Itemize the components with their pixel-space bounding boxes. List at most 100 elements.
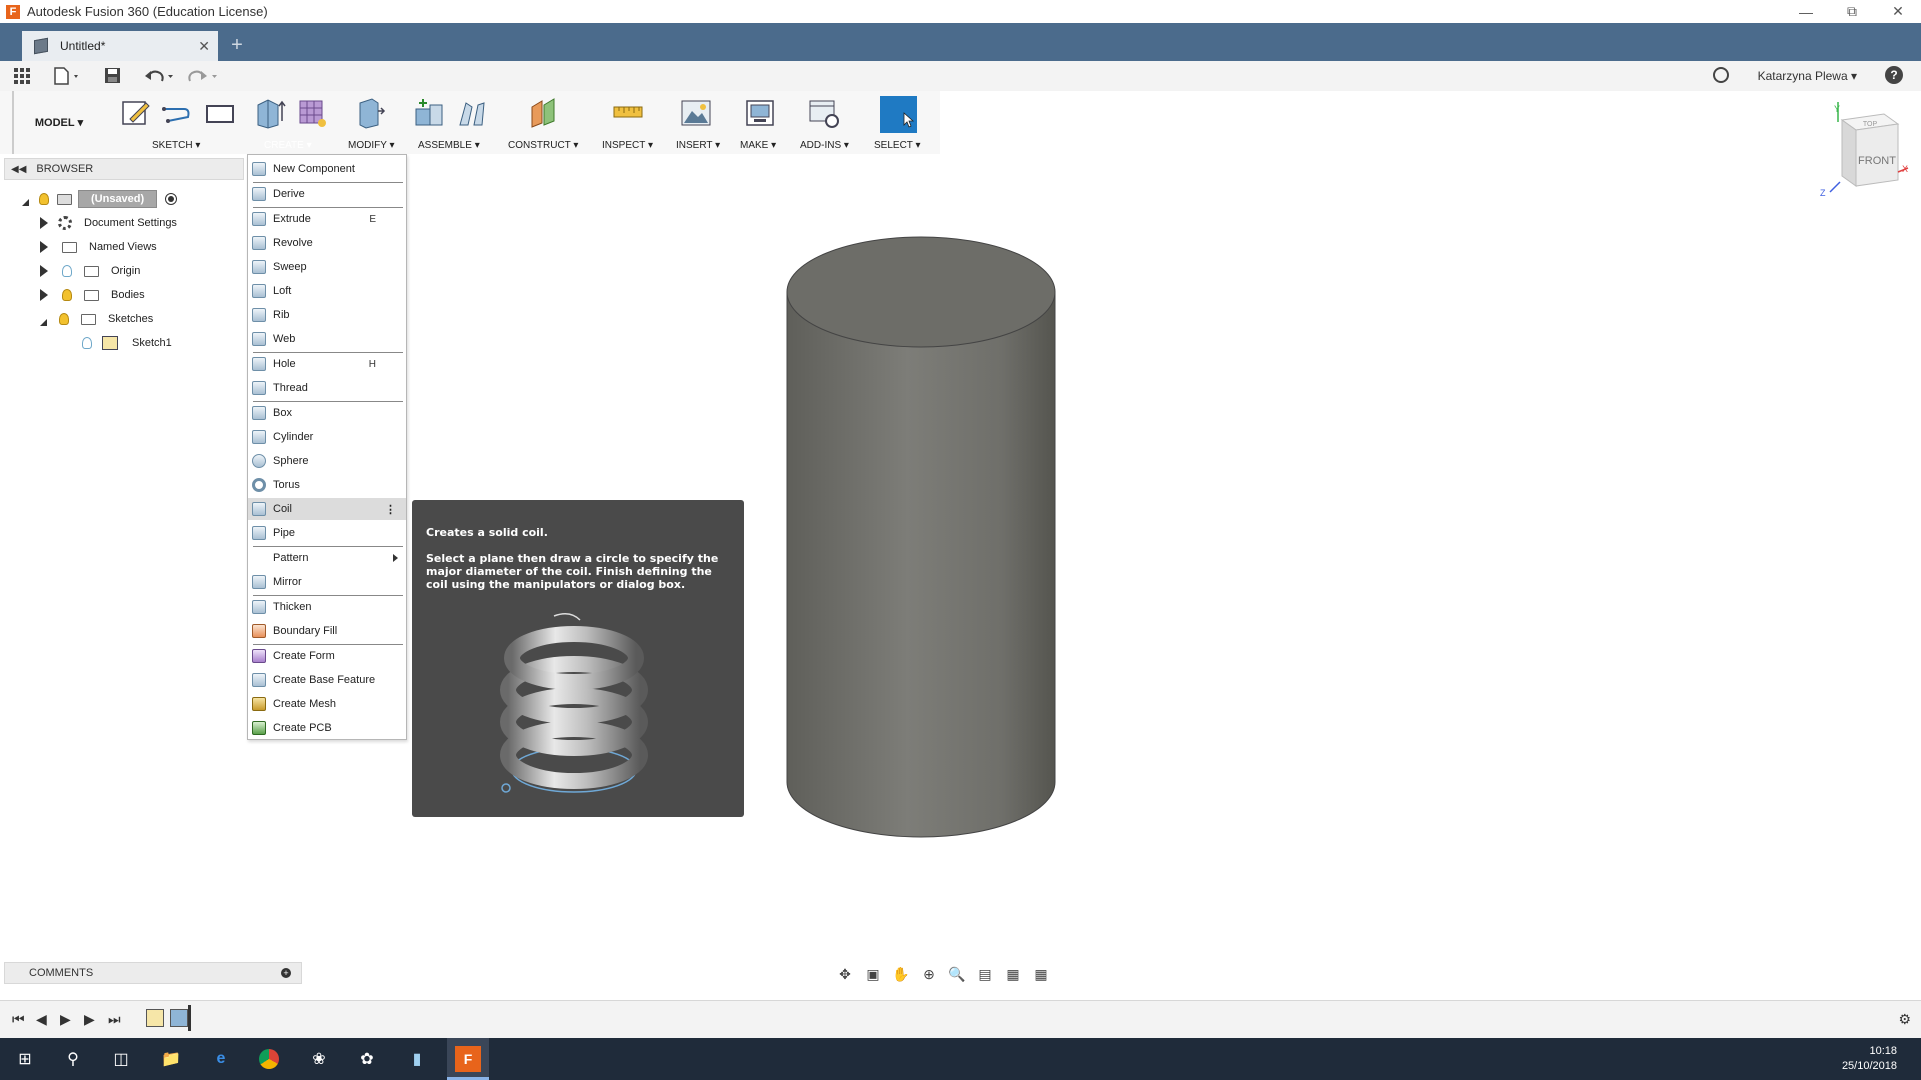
inspect-group-label[interactable]: INSPECT ▾ — [602, 140, 653, 151]
menu-item-thread[interactable]: Thread — [248, 377, 406, 399]
press-pull-tool-icon[interactable] — [354, 97, 386, 129]
app-icon[interactable]: ❀ — [306, 1046, 332, 1072]
comments-panel-header[interactable]: COMMENTS + — [4, 962, 302, 984]
addins-group-label[interactable]: ADD-INS ▾ — [800, 140, 849, 151]
tree-item-bodies[interactable]: Bodies — [40, 286, 145, 304]
redo-icon[interactable] — [188, 67, 220, 85]
menu-item-create-form[interactable]: Create Form — [248, 645, 406, 667]
viewports-icon[interactable]: ▦ — [1032, 965, 1050, 983]
create-sketch-icon[interactable] — [120, 97, 152, 129]
zoom-window-icon[interactable]: 🔍 — [948, 965, 966, 983]
sketch-group-label[interactable]: SKETCH ▾ — [152, 140, 200, 151]
more-options-icon[interactable]: ⋮ — [385, 503, 396, 516]
line-tool-icon[interactable] — [160, 97, 192, 129]
make-group-label[interactable]: MAKE ▾ — [740, 140, 776, 151]
play-icon[interactable]: ▶ — [60, 1011, 71, 1028]
assemble-group-label[interactable]: ASSEMBLE ▾ — [418, 140, 480, 151]
select-group-label[interactable]: SELECT ▾ — [874, 140, 921, 151]
menu-item-thicken[interactable]: Thicken — [248, 596, 406, 618]
cylinder-body-3d[interactable] — [785, 235, 1057, 845]
canvas-image-tool-icon[interactable] — [680, 97, 712, 129]
display-settings-icon[interactable]: ▤ — [976, 965, 994, 983]
menu-item-rib[interactable]: Rib — [248, 304, 406, 326]
menu-item-extrude[interactable]: Extrude E — [248, 208, 406, 230]
insert-group-label[interactable]: INSERT ▾ — [676, 140, 720, 151]
extrude-tool-icon[interactable] — [254, 97, 286, 129]
visibility-bulb-icon[interactable] — [62, 265, 72, 277]
job-status-clock-icon[interactable] — [1713, 67, 1729, 83]
tree-root-unsaved[interactable]: (Unsaved) — [22, 190, 178, 208]
menu-item-revolve[interactable]: Revolve — [248, 232, 406, 254]
system-clock[interactable]: 10:18 25/10/2018 — [1842, 1044, 1897, 1074]
timeline-settings-gear-icon[interactable]: ⚙ — [1898, 1011, 1911, 1028]
3d-print-tool-icon[interactable] — [744, 97, 776, 129]
create-form-tool-icon[interactable] — [296, 97, 328, 129]
menu-item-boundary-fill[interactable]: Boundary Fill — [248, 620, 406, 642]
grid-settings-icon[interactable]: ▦ — [1004, 965, 1022, 983]
visibility-bulb-icon[interactable] — [59, 313, 69, 325]
fusion360-taskbar-icon[interactable]: F — [455, 1046, 481, 1072]
file-menu-icon[interactable] — [54, 67, 82, 85]
step-back-icon[interactable]: ◀ — [36, 1011, 47, 1028]
expand-toggle-icon[interactable] — [40, 312, 47, 326]
construct-group-label[interactable]: CONSTRUCT ▾ — [508, 140, 578, 151]
create-group-label[interactable]: CREATE ▾ — [264, 140, 312, 151]
modify-group-label[interactable]: MODIFY ▾ — [348, 140, 395, 151]
rectangle-tool-icon[interactable] — [204, 97, 236, 129]
tree-item-sketches[interactable]: Sketches — [40, 310, 153, 328]
undo-icon[interactable] — [144, 67, 176, 85]
document-tab[interactable]: Untitled* ✕ — [22, 31, 218, 61]
add-comment-icon[interactable]: + — [281, 968, 291, 978]
workspace-switcher[interactable]: MODEL ▾ — [12, 91, 104, 154]
timeline-sketch-icon[interactable] — [146, 1009, 164, 1027]
scripts-addins-tool-icon[interactable] — [808, 97, 840, 129]
menu-item-web[interactable]: Web — [248, 328, 406, 350]
search-icon[interactable]: ⚲ — [60, 1046, 86, 1072]
menu-item-pipe[interactable]: Pipe — [248, 522, 406, 544]
look-at-icon[interactable]: ▣ — [864, 965, 882, 983]
menu-item-sphere[interactable]: Sphere — [248, 450, 406, 472]
edge-browser-icon[interactable]: e — [208, 1046, 234, 1072]
menu-item-loft[interactable]: Loft — [248, 280, 406, 302]
data-panel-grid-icon[interactable] — [14, 68, 30, 84]
browser-panel-header[interactable]: ◀◀ BROWSER — [4, 158, 244, 180]
viewcube[interactable]: FRONT TOP Y X Z — [1820, 100, 1912, 200]
expand-toggle-icon[interactable] — [40, 289, 48, 301]
menu-item-cylinder[interactable]: Cylinder — [248, 426, 406, 448]
menu-item-hole[interactable]: Hole H — [248, 353, 406, 375]
menu-item-mirror[interactable]: Mirror — [248, 571, 406, 593]
menu-item-new-component[interactable]: New Component — [248, 158, 406, 180]
menu-item-torus[interactable]: Torus — [248, 474, 406, 496]
app-icon-2[interactable]: ✿ — [354, 1046, 380, 1072]
collapse-browser-icon[interactable]: ◀◀ — [11, 164, 26, 175]
step-forward-icon[interactable]: ▶ — [84, 1011, 95, 1028]
activate-radio-icon[interactable] — [165, 193, 178, 205]
go-to-end-icon[interactable]: ⏭ — [108, 1011, 121, 1028]
new-tab-plus-icon[interactable]: + — [226, 35, 248, 57]
go-to-start-icon[interactable]: ⏮ — [12, 1011, 25, 1028]
menu-item-pattern[interactable]: Pattern — [248, 547, 406, 569]
minimize-icon[interactable]: — — [1783, 0, 1829, 23]
menu-item-sweep[interactable]: Sweep — [248, 256, 406, 278]
menu-item-box[interactable]: Box — [248, 402, 406, 424]
close-tab-icon[interactable]: ✕ — [198, 38, 210, 55]
measure-tool-icon[interactable] — [612, 97, 644, 129]
file-explorer-icon[interactable]: 📁 — [158, 1046, 184, 1072]
zoom-icon[interactable]: ⊕ — [920, 965, 938, 983]
tree-item-origin[interactable]: Origin — [40, 262, 140, 280]
visibility-bulb-icon[interactable] — [62, 289, 72, 301]
help-icon[interactable]: ? — [1885, 66, 1903, 84]
restore-icon[interactable]: ⧉ — [1829, 0, 1875, 23]
expand-toggle-icon[interactable] — [40, 217, 48, 229]
expand-toggle-icon[interactable] — [40, 241, 48, 253]
new-component-tool-icon[interactable] — [414, 97, 446, 129]
expand-toggle-icon[interactable] — [40, 265, 48, 277]
orbit-icon[interactable]: ✥ — [836, 965, 854, 983]
pan-hand-icon[interactable]: ✋ — [892, 965, 910, 983]
app-icon-3[interactable]: ▮ — [404, 1046, 430, 1072]
visibility-bulb-icon[interactable] — [82, 337, 92, 349]
menu-item-coil[interactable]: Coil ⋮ — [248, 498, 406, 520]
menu-item-create-mesh[interactable]: Create Mesh — [248, 693, 406, 715]
chrome-browser-icon[interactable] — [256, 1046, 282, 1072]
save-icon[interactable] — [104, 67, 122, 85]
